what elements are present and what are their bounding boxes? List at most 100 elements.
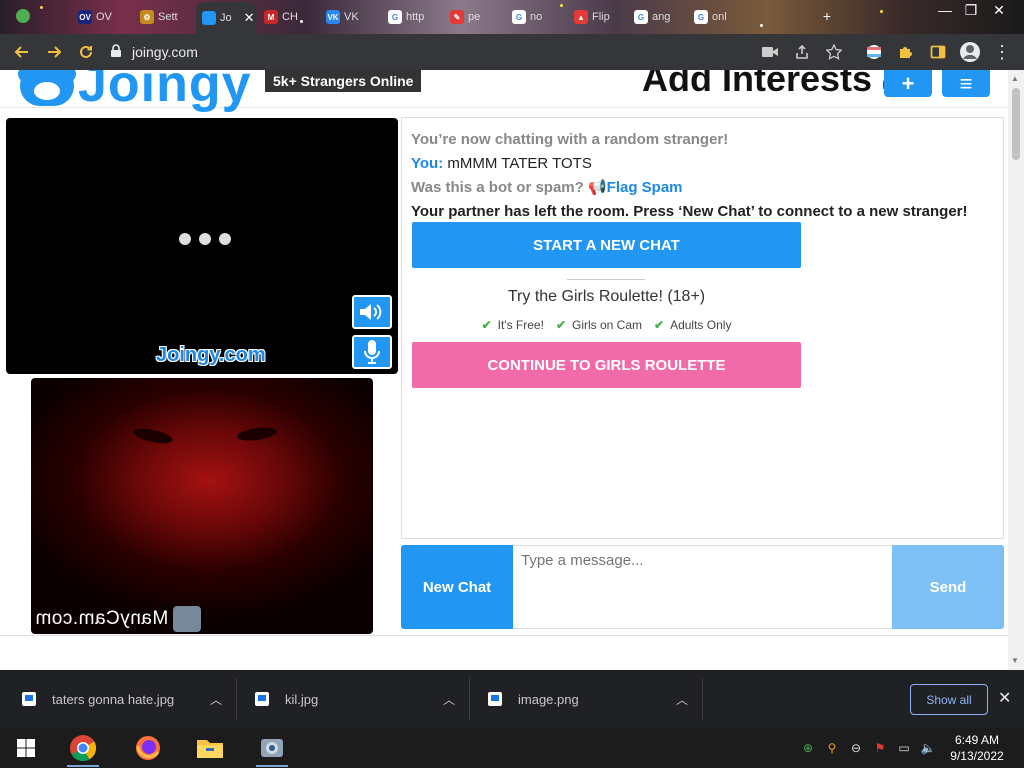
tab-title: Jo bbox=[220, 12, 232, 24]
camera-icon[interactable] bbox=[758, 40, 782, 64]
search-tray-icon[interactable]: ⚲ bbox=[824, 740, 840, 756]
scroll-down-arrow-icon[interactable]: ▼ bbox=[1011, 656, 1019, 665]
back-arrow-icon[interactable] bbox=[10, 40, 34, 64]
browser-tab[interactable]: VK VK bbox=[320, 4, 380, 30]
page-scrollbar[interactable]: ▲ ▼ bbox=[1008, 70, 1024, 670]
tab-title: http bbox=[406, 11, 425, 23]
feature-label: Girls on Cam bbox=[572, 318, 643, 332]
tab-favicon-icon: VK bbox=[326, 10, 340, 24]
microphone-icon bbox=[364, 340, 380, 364]
tab-favicon-icon: OV bbox=[78, 10, 92, 24]
clock-date: 9/13/2022 bbox=[950, 749, 1004, 763]
browser-tab[interactable]: ⚙ Sett bbox=[134, 4, 194, 30]
account-avatar-icon[interactable] bbox=[958, 40, 982, 64]
display-icon[interactable]: ▭ bbox=[896, 740, 912, 756]
window-close-button[interactable]: ✕ bbox=[984, 0, 1014, 20]
download-item[interactable]: taters gonna hate.jpg ︿ bbox=[22, 670, 234, 728]
start-new-chat-button[interactable]: START A NEW CHAT bbox=[412, 222, 801, 268]
flag-spam-text: Flag Spam bbox=[606, 179, 683, 196]
side-panel-icon[interactable] bbox=[926, 40, 950, 64]
continue-roulette-button[interactable]: CONTINUE TO GIRLS ROULETTE bbox=[412, 342, 801, 388]
chevron-up-icon[interactable]: ︿ bbox=[676, 691, 688, 708]
manycam-app-icon[interactable] bbox=[252, 732, 292, 767]
bookmark-star-icon[interactable] bbox=[822, 40, 846, 64]
browser-tab[interactable]: Gang bbox=[628, 4, 686, 30]
spam-question-text: Was this a bot or spam? bbox=[411, 179, 584, 196]
firefox-icon[interactable] bbox=[128, 732, 168, 764]
browser-tab[interactable]: Jo ✕ bbox=[196, 2, 256, 34]
roulette-title: Try the Girls Roulette! (18+) bbox=[507, 288, 706, 305]
browser-tab[interactable]: Gno bbox=[506, 4, 566, 30]
download-filename: taters gonna hate.jpg bbox=[52, 691, 175, 707]
feature-item: ✔ It's Free! bbox=[482, 318, 544, 332]
tab-title: Sett bbox=[158, 11, 178, 23]
megaphone-icon: 📢 bbox=[587, 179, 607, 196]
minus-circle-icon[interactable]: ⊖ bbox=[848, 740, 864, 756]
tab-close-icon[interactable]: ✕ bbox=[244, 10, 255, 26]
download-item[interactable]: kil.jpg ︿ bbox=[255, 670, 467, 728]
divider bbox=[0, 635, 1008, 636]
browser-tab[interactable]: Gonl bbox=[688, 4, 778, 30]
tab-favicon-icon: G bbox=[388, 10, 402, 24]
browser-tab[interactable]: ✎ pe bbox=[444, 4, 504, 30]
profile-flag-icon[interactable] bbox=[862, 40, 886, 64]
you-message-text: mMMM TATER TOTS bbox=[447, 155, 592, 172]
tab-search-orb[interactable] bbox=[16, 9, 30, 23]
check-icon: ✔ bbox=[481, 318, 492, 332]
maximize-button[interactable]: ❐ bbox=[956, 0, 986, 20]
volume-tray-icon[interactable]: 🔈 bbox=[920, 740, 936, 756]
browser-tab[interactable]: Ghttp bbox=[382, 4, 442, 30]
message-input[interactable] bbox=[513, 545, 892, 629]
browser-tab[interactable]: M CH bbox=[258, 4, 318, 30]
share-icon[interactable] bbox=[790, 40, 814, 64]
close-icon[interactable]: ✕ bbox=[998, 688, 1011, 708]
browser-tab[interactable]: ▲ Flip bbox=[568, 4, 626, 30]
site-header: Joingy 5k+ Strangers Online Add Interest… bbox=[0, 70, 1008, 113]
flag-alert-icon[interactable]: ⚑ bbox=[872, 740, 888, 756]
tab-title: OV bbox=[96, 11, 112, 23]
tab-title: Flip bbox=[592, 11, 610, 23]
browser-tab[interactable]: OV OV bbox=[72, 4, 132, 30]
show-all-downloads-button[interactable]: Show all bbox=[910, 684, 988, 715]
address-bar[interactable]: joingy.com bbox=[110, 39, 850, 65]
new-chat-button[interactable]: New Chat bbox=[401, 545, 513, 629]
taskbar-clock[interactable]: 6:49 AM 9/13/2022 bbox=[944, 732, 1010, 764]
hamburger-menu-button[interactable]: ≡ bbox=[942, 70, 990, 97]
windows-start-icon[interactable] bbox=[6, 732, 46, 764]
tab-favicon-icon bbox=[202, 11, 216, 25]
chrome-icon[interactable] bbox=[63, 732, 103, 767]
tab-title: no bbox=[530, 11, 543, 23]
add-interest-button[interactable]: + bbox=[884, 70, 932, 97]
joingy-page: Joingy 5k+ Strangers Online Add Interest… bbox=[0, 70, 1008, 670]
kebab-menu-icon[interactable]: ⋮ bbox=[990, 40, 1014, 64]
tab-title: pe bbox=[468, 11, 481, 23]
partner-left-message: Your partner has left the room. Press ‘N… bbox=[411, 203, 968, 220]
chevron-up-icon[interactable]: ︿ bbox=[443, 691, 455, 708]
send-button[interactable]: Send bbox=[892, 545, 1004, 629]
windows-taskbar: ⊕ ⚲ ⊖ ⚑ ▭ 🔈 6:49 AM 9/13/2022 bbox=[0, 728, 1024, 768]
microphone-button[interactable] bbox=[352, 335, 392, 369]
download-filename: kil.jpg bbox=[285, 691, 319, 707]
scroll-up-arrow-icon[interactable]: ▲ bbox=[1011, 74, 1019, 83]
check-icon: ✔ bbox=[654, 318, 665, 332]
roulette-features: ✔ It's Free! ✔ Girls on Cam ✔ Adults Only bbox=[402, 318, 811, 332]
loading-dots bbox=[179, 233, 231, 245]
scrollbar-thumb[interactable] bbox=[1012, 88, 1020, 160]
self-video: ManyCam.com bbox=[31, 378, 373, 634]
file-explorer-icon[interactable] bbox=[190, 732, 230, 764]
reload-icon[interactable] bbox=[74, 40, 98, 64]
chevron-up-icon[interactable]: ︿ bbox=[210, 691, 222, 708]
volume-button[interactable] bbox=[352, 295, 392, 329]
lock-icon[interactable] bbox=[110, 43, 122, 61]
forward-arrow-icon[interactable] bbox=[42, 40, 66, 64]
flag-spam-link[interactable]: 📢Flag Spam bbox=[588, 179, 683, 196]
download-item[interactable]: image.png ︿ bbox=[488, 670, 700, 728]
add-interests-label[interactable]: Add Interests ➦ bbox=[642, 70, 906, 100]
extensions-puzzle-icon[interactable] bbox=[894, 40, 918, 64]
browser-tab-strip: OV OV ⚙ Sett Jo ✕ M CH VK VK Ghttp ✎ pe Gno ▲ Flip Gang G… bbox=[0, 0, 1024, 34]
joingy-logo[interactable]: Joingy bbox=[18, 70, 252, 114]
speaker-icon bbox=[360, 304, 382, 320]
new-tab-button[interactable]: + bbox=[812, 6, 842, 26]
clock-time: 6:49 AM bbox=[954, 733, 1000, 747]
network-globe-icon[interactable]: ⊕ bbox=[800, 740, 816, 756]
